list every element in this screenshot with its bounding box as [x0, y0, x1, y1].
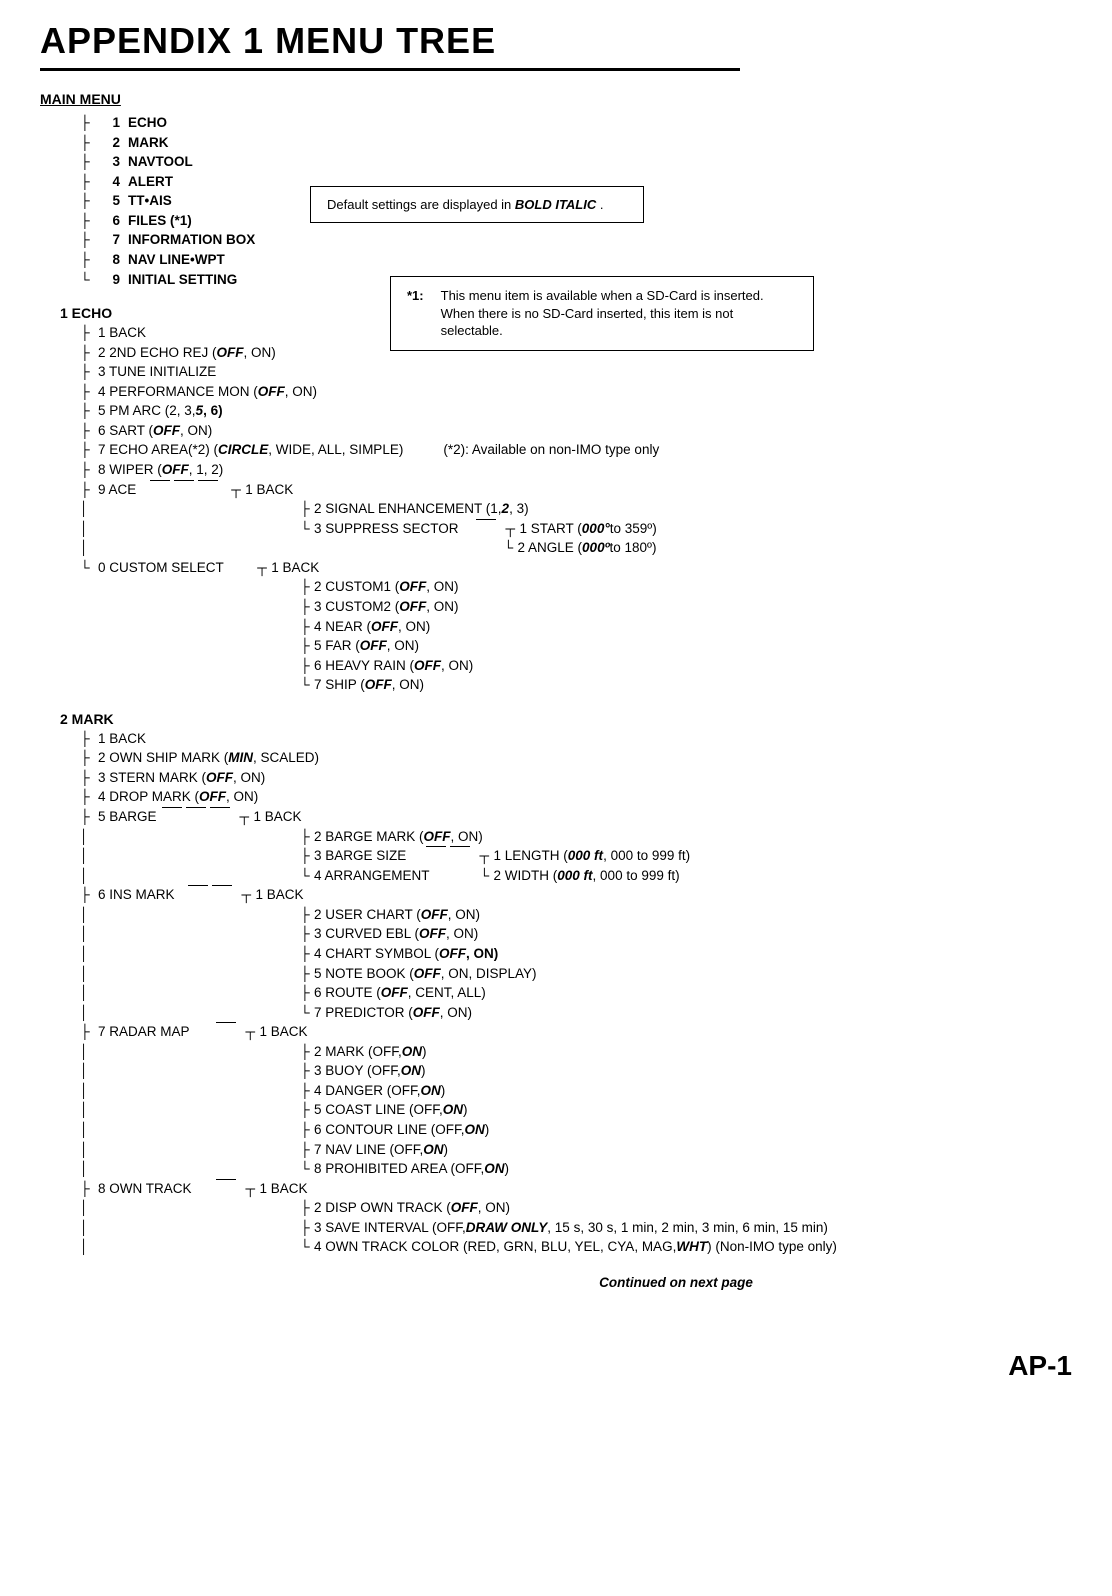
cs-far: ├5 FAR (OFF , ON) — [80, 636, 1072, 656]
note-defaults-prefix: Default settings are displayed in — [327, 197, 515, 212]
mark-barge: ├5 BARGE ┬1 BACK — [80, 807, 1072, 827]
rm-prohibited: │└8 PROHIBITED AREA (OFF, ON ) — [80, 1159, 1072, 1179]
ot-color: │└4 OWN TRACK COLOR (RED, GRN, BLU, YEL,… — [80, 1237, 1072, 1257]
barge-mark: │├2 BARGE MARK (OFF , ON) — [80, 827, 1072, 847]
rm-buoy: │├3 BUOY (OFF, ON ) — [80, 1061, 1072, 1081]
cs-custom2: ├3 CUSTOM2 (OFF , ON) — [80, 597, 1072, 617]
note2-tag: *1: — [407, 287, 437, 305]
barge-size: │├3 BARGE SIZE ┬1 LENGTH (000 ft , 000 t… — [80, 846, 1072, 866]
rm-navline: │├7 NAV LINE (OFF, ON ) — [80, 1140, 1072, 1160]
note-defaults: Default settings are displayed in BOLD I… — [310, 186, 644, 223]
echo-pm-arc: ├5 PM ARC (2, 3, 5 , 6) — [80, 401, 1072, 421]
echo-tune-init: ├3 TUNE INITIALIZE — [80, 362, 1072, 382]
echo-wiper: ├8 WIPER (OFF , 1, 2) — [80, 460, 1072, 480]
note2-line2: When there is no SD-Card inserted, this … — [441, 306, 734, 339]
echo-sart: ├6 SART (OFF , ON) — [80, 421, 1072, 441]
ace-angle: │ └2 ANGLE (000º to 180º) — [80, 538, 1072, 558]
note-defaults-suffix: . — [600, 197, 604, 212]
mark-back: ├1 BACK — [80, 729, 1072, 749]
ace-sig-enh: │├2 SIGNAL ENHANCEMENT (1, 2 , 3) — [80, 499, 1072, 519]
note-sd-card: *1: This menu item is available when a S… — [390, 276, 814, 351]
cs-custom1: ├2 CUSTOM1 (OFF , ON) — [80, 577, 1072, 597]
echo-ace: ├9 ACE ┬1 BACK — [80, 480, 1072, 500]
title-underline — [40, 68, 740, 71]
main-menu-item: ├7INFORMATION BOX — [40, 230, 1072, 250]
mark-drop: ├4 DROP MARK (OFF , ON) — [80, 787, 1072, 807]
ins-route: │├6 ROUTE (OFF , CENT, ALL) — [80, 983, 1072, 1003]
ot-save-interval: │├3 SAVE INTERVAL (OFF, DRAW ONLY , 15 s… — [80, 1218, 1072, 1238]
rm-danger: │├4 DANGER (OFF, ON ) — [80, 1081, 1072, 1101]
main-menu-item: ├8NAV LINE•WPT — [40, 250, 1072, 270]
ins-curved-ebl: │├3 CURVED EBL (OFF , ON) — [80, 924, 1072, 944]
mark-own-ship: ├2 OWN SHIP MARK (MIN , SCALED) — [80, 748, 1072, 768]
ins-notebook: │├5 NOTE BOOK (OFF , ON, DISPLAY) — [80, 964, 1072, 984]
echo-custom-select: └0 CUSTOM SELECT ┬1 BACK — [80, 558, 1072, 578]
main-menu-item: ├2MARK — [40, 133, 1072, 153]
ins-predictor: │└7 PREDICTOR (OFF , ON) — [80, 1003, 1072, 1023]
cs-near: ├4 NEAR (OFF , ON) — [80, 617, 1072, 637]
barge-arrangement: │└4 ARRANGEMENT └2 WIDTH (000 ft , 000 t… — [80, 866, 1072, 886]
main-menu-heading: MAIN MENU — [40, 91, 1072, 107]
mark-ins: ├6 INS MARK ┬1 BACK — [80, 885, 1072, 905]
section-mark: 2 MARK — [40, 711, 1072, 727]
mark-radar-map: ├7 RADAR MAP ┬1 BACK — [80, 1022, 1072, 1042]
ins-user-chart: │├2 USER CHART (OFF , ON) — [80, 905, 1072, 925]
ot-disp: │├2 DISP OWN TRACK (OFF , ON) — [80, 1198, 1072, 1218]
mark-stern: ├3 STERN MARK (OFF , ON) — [80, 768, 1072, 788]
ace-suppress: │└3 SUPPRESS SECTOR ┬1 START (000° to 35… — [80, 519, 1072, 539]
rm-mark: │├2 MARK (OFF, ON ) — [80, 1042, 1072, 1062]
cs-ship: └7 SHIP (OFF , ON) — [80, 675, 1072, 695]
cs-heavy-rain: ├6 HEAVY RAIN (OFF , ON) — [80, 656, 1072, 676]
ins-chart-symbol: │├4 CHART SYMBOL (OFF , ON) — [80, 944, 1072, 964]
rm-contour: │├6 CONTOUR LINE (OFF, ON ) — [80, 1120, 1072, 1140]
echo-perf-mon: ├4 PERFORMANCE MON (OFF , ON) — [80, 382, 1072, 402]
mark-own-track: ├8 OWN TRACK ┬1 BACK — [80, 1179, 1072, 1199]
continued-note: Continued on next page — [40, 1275, 1072, 1290]
note-defaults-bold: BOLD ITALIC — [515, 197, 596, 212]
main-menu-item: ├3NAVTOOL — [40, 152, 1072, 172]
appendix-title: APPENDIX 1 MENU TREE — [40, 20, 1072, 62]
page-number: AP-1 — [40, 1350, 1072, 1382]
echo-area: ├7 ECHO AREA(*2) (CIRCLE , WIDE, ALL, SI… — [80, 440, 1072, 460]
rm-coast: │├5 COAST LINE (OFF, ON ) — [80, 1100, 1072, 1120]
note2-line1: This menu item is available when a SD-Ca… — [441, 288, 764, 303]
main-menu-item: ├1ECHO — [40, 113, 1072, 133]
